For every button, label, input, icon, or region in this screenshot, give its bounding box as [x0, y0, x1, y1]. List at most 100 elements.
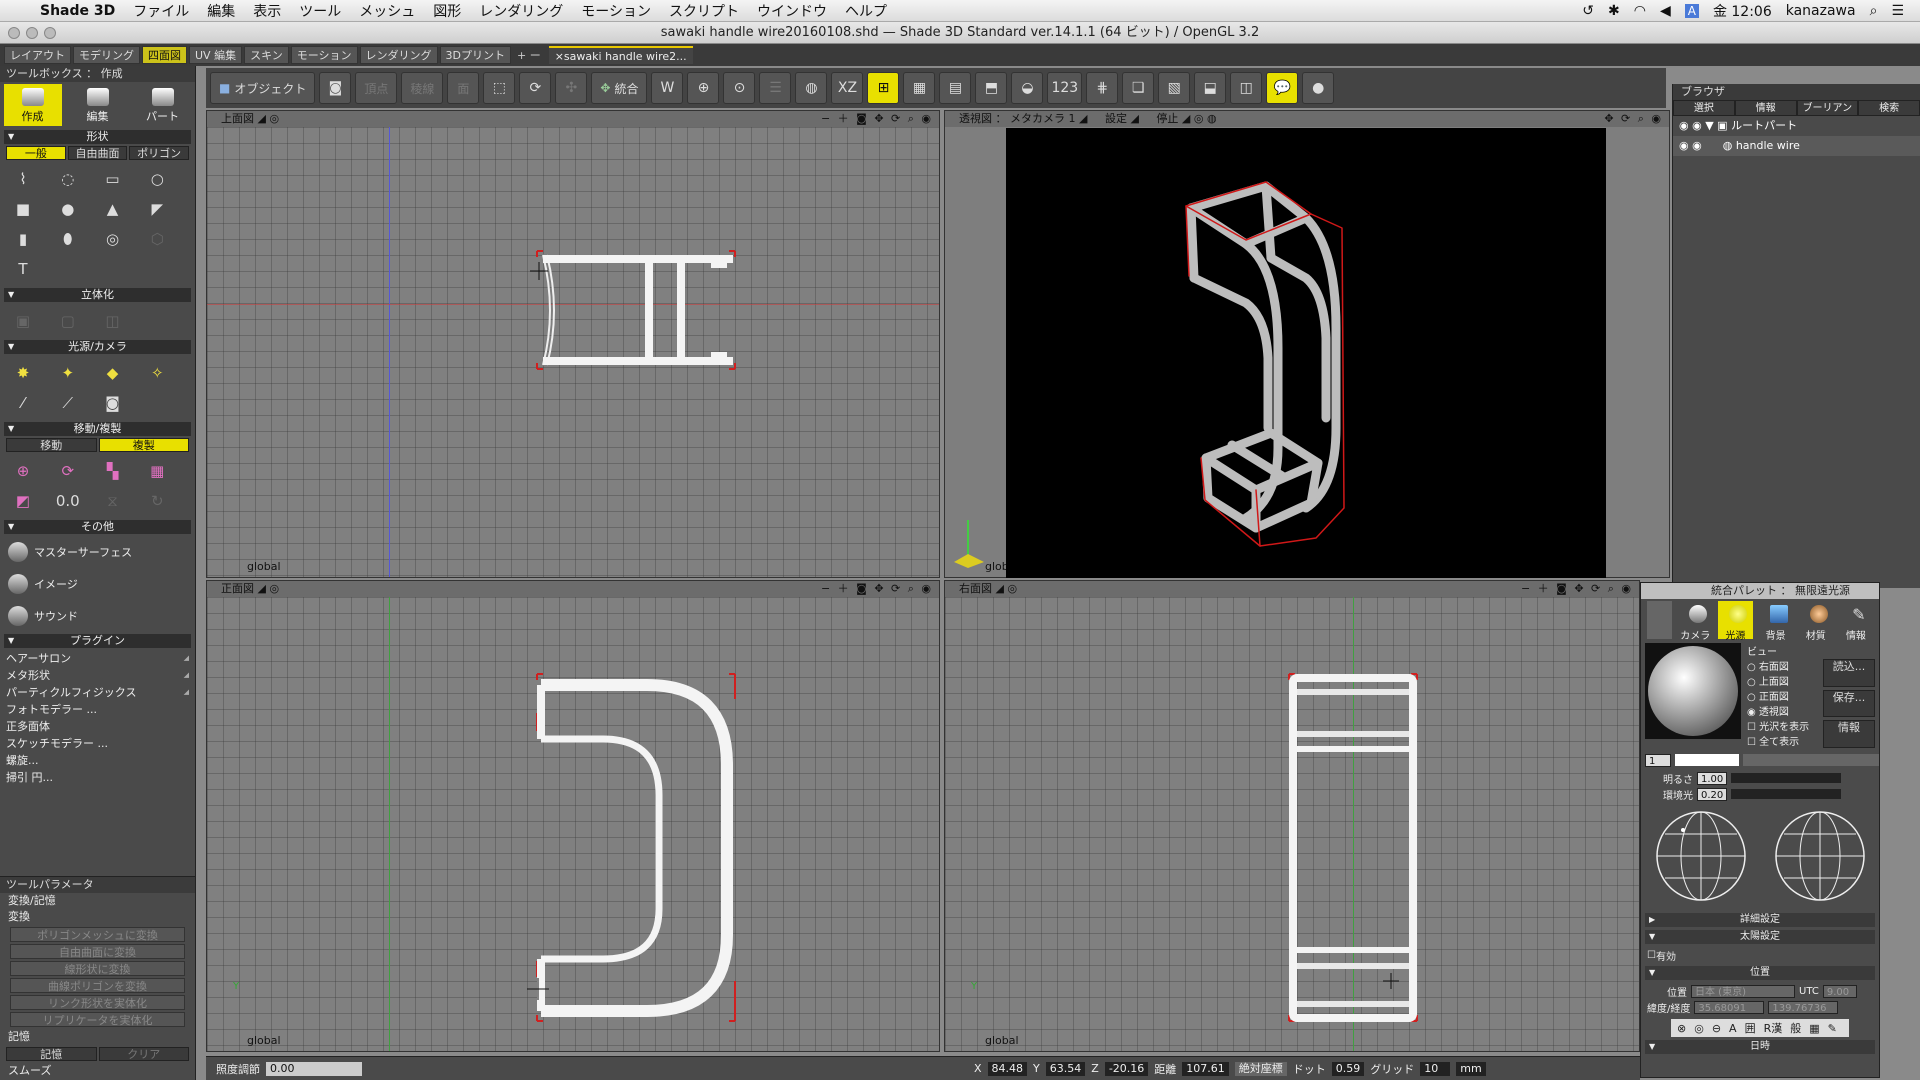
search-icon[interactable]: ⌕ — [1870, 3, 1878, 19]
line-light-icon[interactable]: ⁄ — [10, 390, 36, 416]
master-surface-button[interactable]: マスターサーフェス — [0, 536, 195, 568]
eye-icon[interactable]: ◉ — [1679, 119, 1689, 132]
multi-layer-icon[interactable]: ❏ — [1122, 72, 1155, 104]
browser-tab-select[interactable]: 選択 — [1673, 100, 1735, 116]
image-button[interactable]: イメージ — [0, 568, 195, 600]
light-index-select[interactable]: 1 — [1645, 753, 1671, 767]
volume-icon[interactable]: ◀ — [1660, 3, 1671, 19]
radio-persp[interactable]: ◉ 透視図 — [1747, 703, 1823, 718]
sphere-icon[interactable]: ● — [55, 196, 81, 222]
menu-shape[interactable]: 図形 — [433, 1, 461, 21]
sweep-icon[interactable]: ◫ — [100, 308, 126, 334]
palette-mini-toolbar[interactable]: ⊗ ◎ ⊖ A 囲 R漢般 ▦ ✎ — [1671, 1019, 1849, 1037]
viewport-persp-camera[interactable]: 透視図 ： メタカメラ 1 — [959, 112, 1076, 125]
longitude-field[interactable]: 139.76736 — [1768, 1000, 1839, 1014]
chat-bubble-icon[interactable]: 💬 — [1266, 72, 1299, 104]
viewport-top[interactable]: 上面図 ◢ ◎ − ＋ ◙ ✥ ⟳ ⌕ ◉ global — [206, 110, 940, 578]
viewport-persp-controls[interactable]: ✥ ⟳ ⌕ ◉ — [1604, 111, 1663, 127]
to-polygon-mesh-button[interactable]: ポリゴンメッシュに変換 — [10, 927, 185, 942]
section-plugin[interactable]: プラグイン — [4, 634, 191, 648]
plugin-polyhedron[interactable]: 正多面体 — [0, 718, 195, 735]
mini-close-icon[interactable]: ⊗ — [1677, 1022, 1686, 1035]
render-preview-icon[interactable]: ◒ — [1011, 72, 1044, 104]
close-window-button[interactable] — [8, 27, 20, 39]
save-button[interactable]: 保存... — [1823, 689, 1875, 718]
radio-right[interactable]: ○ 右面図 — [1747, 658, 1823, 673]
realize-replicator-button[interactable]: リプリケータを実体化 — [10, 1012, 185, 1027]
menu-script[interactable]: スクリプト — [669, 1, 739, 21]
utc-field[interactable]: 9.00 — [1822, 984, 1857, 998]
tree-handle-wire[interactable]: ◉ ◉ ◍ handle wire — [1673, 136, 1920, 156]
to-freeform-button[interactable]: 自由曲面に変換 — [10, 944, 185, 959]
closed-line-icon[interactable]: ◌ — [55, 166, 81, 192]
palette-tab-material[interactable]: 材質 — [1799, 601, 1833, 642]
palette-tab-light[interactable]: 光源 — [1718, 601, 1753, 642]
sun-settings-section[interactable]: 太陽設定 — [1645, 930, 1875, 944]
tab-move[interactable]: 移動 — [6, 438, 97, 452]
tab-layout[interactable]: レイアウト — [4, 46, 71, 64]
tab-freeform[interactable]: 自由曲面 — [67, 146, 128, 160]
sound-button[interactable]: サウンド — [0, 600, 195, 632]
translate-icon[interactable]: ▚ — [100, 458, 126, 484]
unit-select[interactable]: mm — [1456, 1061, 1487, 1076]
tab-four-view[interactable]: 四面図 — [142, 46, 187, 64]
section-shape[interactable]: 形状 — [4, 130, 191, 144]
datetime-section[interactable]: 日時 — [1645, 1040, 1875, 1054]
clock[interactable]: 金 12:06 — [1713, 1, 1772, 21]
layers-icon[interactable]: ☰ — [759, 72, 792, 104]
brightness-adjust-field[interactable]: 0.00 — [266, 1061, 362, 1076]
combine-button[interactable]: ✥ 統合 — [591, 72, 648, 104]
target-light-icon[interactable]: ✧ — [144, 360, 170, 386]
menu-edit[interactable]: 編集 — [207, 1, 235, 21]
light-direction-sphere-back[interactable] — [1772, 808, 1868, 904]
cone-icon[interactable]: ▲ — [100, 196, 126, 222]
capsule-icon[interactable]: ⬮ — [55, 226, 81, 252]
tab-copy[interactable]: 複製 — [98, 438, 189, 452]
plugin-particle-physics[interactable]: パーティクルフィジックス — [0, 684, 195, 701]
menu-render[interactable]: レンダリング — [479, 1, 563, 21]
location-select[interactable]: 日本 (東京) — [1691, 984, 1795, 998]
curve-polygon-button[interactable]: 曲線ポリゴンを変換 — [10, 978, 185, 993]
palette-tab-info[interactable]: ✎ 情報 — [1839, 601, 1873, 642]
rectangle-icon[interactable]: ▭ — [100, 166, 126, 192]
input-a-icon[interactable]: A — [1729, 1022, 1737, 1035]
clear-button[interactable]: クリア — [98, 1047, 189, 1061]
time-machine-icon[interactable]: ↺ — [1582, 3, 1594, 19]
viewport-right[interactable]: 右面図 ◢ ◎ − ＋ ◙ ✥ ⟳ ⌕ ◉ Y global — [944, 580, 1640, 1052]
area-light-icon[interactable]: ◆ — [100, 360, 126, 386]
menu-view[interactable]: 表示 — [253, 1, 281, 21]
text-icon[interactable]: T — [10, 256, 36, 282]
camera-snapshot-icon[interactable]: ◙ — [319, 72, 352, 104]
tab-modeling[interactable]: モデリング — [73, 46, 140, 64]
input-A-icon[interactable]: A — [1684, 3, 1699, 18]
scale-icon[interactable]: ⊕ — [10, 458, 36, 484]
menu-tool[interactable]: ツール — [299, 1, 341, 21]
list-icon[interactable]: ☰ — [1891, 3, 1904, 19]
user-name[interactable]: kanazawa — [1786, 3, 1856, 19]
wireframe-icon[interactable]: ◫ — [1230, 72, 1263, 104]
four-view-icon[interactable]: ⊞ — [867, 72, 900, 104]
revolve-icon[interactable]: ▢ — [55, 308, 81, 334]
info-button[interactable]: 情報 — [1823, 720, 1875, 749]
load-button[interactable]: 読込... — [1823, 659, 1875, 687]
light-direction-sphere[interactable] — [1653, 808, 1749, 904]
show-all-checkbox[interactable]: ☐ 全て表示 — [1747, 733, 1823, 748]
tab-skin[interactable]: スキン — [244, 46, 289, 64]
numeric-input-icon[interactable]: 0.0 — [55, 488, 81, 514]
viewport-front[interactable]: 正面図 ◢ ◎ − ＋ ◙ ✥ ⟳ ⌕ ◉ Y global — [206, 580, 940, 1052]
latitude-field[interactable]: 35.68091 — [1694, 1000, 1765, 1014]
menu-help[interactable]: ヘルプ — [845, 1, 887, 21]
plugin-meta-shape[interactable]: メタ形状 — [0, 667, 195, 684]
circle-icon[interactable]: ○ — [144, 166, 170, 192]
mini-stop-icon[interactable]: ◎ — [1694, 1022, 1704, 1035]
minimize-window-button[interactable] — [26, 27, 38, 39]
app-menu[interactable]: Shade 3D — [40, 3, 115, 19]
light-color-swatch[interactable] — [1675, 754, 1739, 766]
uniform-scale-icon[interactable]: ▦ — [144, 458, 170, 484]
browser-tab-search[interactable]: 検索 — [1858, 100, 1920, 116]
position-section[interactable]: 位置 — [1645, 966, 1875, 980]
render-toggle-icon[interactable]: ◉ — [1692, 119, 1702, 132]
input-mode-icon[interactable]: 般 — [1790, 1020, 1801, 1036]
viewport-persp-settings[interactable]: 設定 — [1105, 112, 1127, 125]
plugin-sweep-circle[interactable]: 掃引 円... — [0, 769, 195, 786]
